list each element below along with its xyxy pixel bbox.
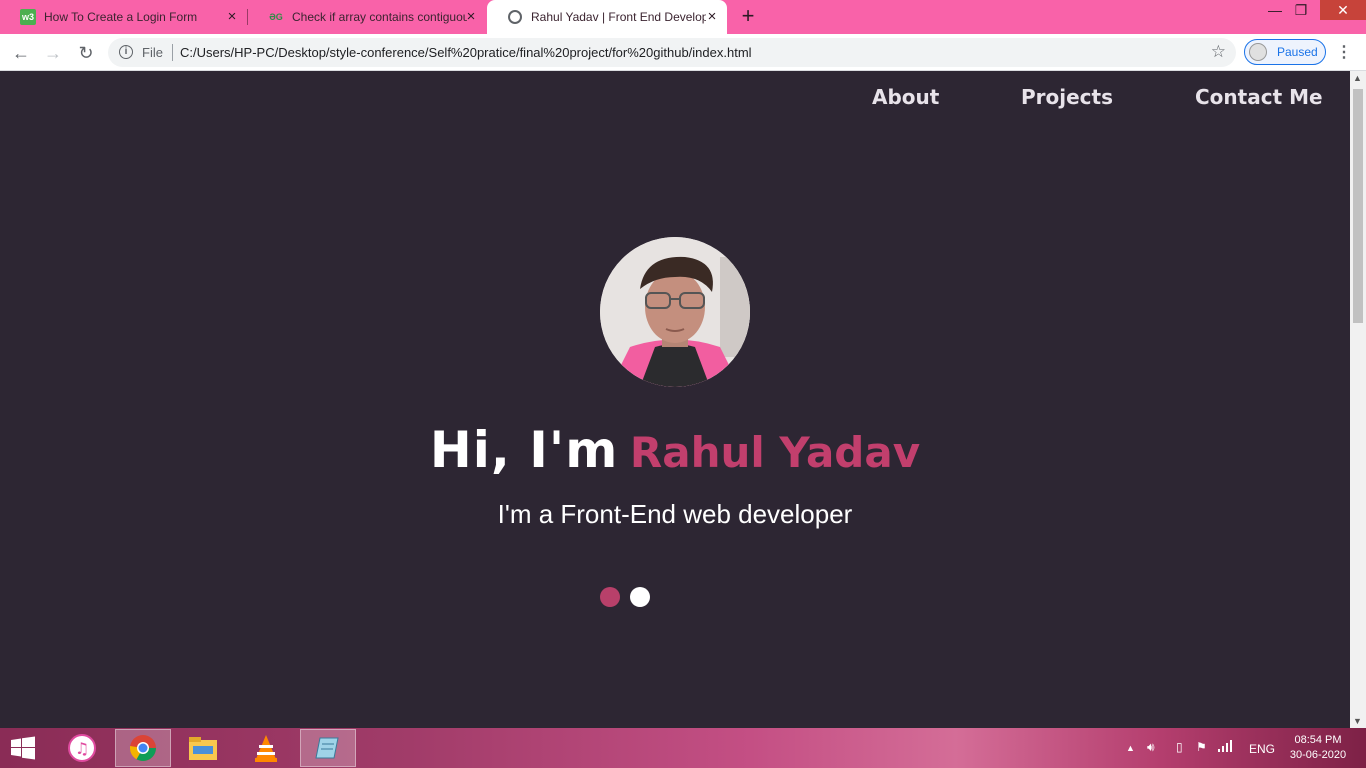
show-hidden-icons[interactable]: ▲ — [1126, 743, 1135, 753]
tab-title: How To Create a Login Form — [44, 10, 198, 24]
profile-button[interactable]: Paused — [1244, 39, 1326, 65]
carousel-dot-1[interactable] — [600, 587, 620, 607]
close-tab-icon[interactable]: × — [705, 9, 719, 24]
notepad-icon[interactable] — [300, 729, 356, 767]
maximize-button[interactable]: ❐ — [1286, 0, 1316, 22]
geeksforgeeks-icon: ƏG — [269, 12, 283, 22]
nav-contact[interactable]: Contact Me — [1195, 85, 1323, 109]
volume-icon[interactable]: 🔊︎ — [1147, 740, 1155, 755]
close-window-button[interactable]: ✕ — [1320, 0, 1366, 20]
tab-strip: w3 How To Create a Login Form × ƏG Check… — [0, 0, 1366, 34]
scroll-up-icon[interactable]: ▲ — [1353, 73, 1362, 83]
profile-photo — [600, 237, 750, 387]
tab-portfolio[interactable]: Rahul Yadav | Front End Developer × — [487, 0, 727, 34]
windows-start-icon[interactable] — [8, 736, 38, 760]
page-viewport: About Projects Contact Me Hi, I'm Rahul … — [0, 71, 1350, 728]
name-text: Rahul Yadav — [629, 428, 921, 477]
back-button[interactable]: ← — [8, 40, 34, 66]
battery-icon[interactable]: ▯ — [1176, 740, 1183, 754]
url-text[interactable]: C:/Users/HP-PC/Desktop/style-conference/… — [180, 45, 752, 60]
reload-button[interactable]: ↻ — [73, 40, 99, 66]
language-indicator[interactable]: ENG — [1249, 742, 1275, 756]
address-divider — [172, 44, 173, 61]
menu-kebab-icon[interactable]: ⋮ — [1336, 42, 1352, 62]
profile-status: Paused — [1277, 45, 1318, 59]
address-bar[interactable]: i File C:/Users/HP-PC/Desktop/style-conf… — [108, 38, 1236, 67]
scroll-thumb[interactable] — [1353, 89, 1363, 323]
profile-portrait — [600, 237, 750, 387]
itunes-icon[interactable]: ♫ — [54, 729, 110, 767]
globe-icon — [507, 9, 523, 25]
close-tab-icon[interactable]: × — [464, 9, 478, 24]
tab-title: Rahul Yadav | Front End Developer — [531, 10, 706, 24]
system-clock[interactable]: 08:54 PM 30-06-2020 — [1284, 733, 1352, 763]
new-tab-button[interactable]: + — [736, 5, 760, 29]
nav-about[interactable]: About — [872, 85, 939, 109]
close-tab-icon[interactable]: × — [225, 9, 239, 24]
action-center-flag-icon[interactable]: ⚑ — [1196, 740, 1207, 754]
windows-taskbar: ♫ ▲ 🔊︎ ▯ ⚑ ENG 08:54 PM 30-06-2020 — [0, 728, 1366, 768]
tab-login-form[interactable]: w3 How To Create a Login Form × — [0, 0, 247, 34]
bookmark-star-icon[interactable]: ☆ — [1211, 42, 1226, 62]
file-explorer-icon[interactable] — [175, 729, 231, 767]
greeting-text: Hi, I'm — [429, 421, 619, 479]
network-signal-icon[interactable] — [1218, 740, 1234, 755]
tab-title: Check if array contains contiguous — [292, 10, 467, 24]
info-icon[interactable]: i — [119, 45, 133, 59]
chrome-icon[interactable] — [115, 729, 171, 767]
hero-heading: Hi, I'm Rahul Yadav — [0, 421, 1350, 479]
page-scrollbar[interactable]: ▲ ▼ — [1350, 71, 1366, 728]
scheme-label: File — [142, 45, 163, 60]
browser-toolbar: ← → ↻ i File C:/Users/HP-PC/Desktop/styl… — [0, 34, 1366, 71]
clock-time: 08:54 PM — [1294, 734, 1342, 746]
tab-geeksforgeeks[interactable]: ƏG Check if array contains contiguous × — [248, 0, 486, 34]
nav-projects[interactable]: Projects — [1021, 85, 1113, 109]
scroll-down-icon[interactable]: ▼ — [1353, 716, 1362, 726]
carousel-dot-2[interactable] — [630, 587, 650, 607]
svg-text:♫: ♫ — [75, 739, 89, 758]
clock-date: 30-06-2020 — [1289, 749, 1347, 761]
forward-button[interactable]: → — [40, 40, 66, 66]
w3schools-icon: w3 — [20, 9, 36, 25]
vlc-icon[interactable] — [238, 729, 294, 767]
avatar-icon — [1249, 43, 1267, 61]
tagline: I'm a Front-End web developer — [497, 499, 853, 529]
